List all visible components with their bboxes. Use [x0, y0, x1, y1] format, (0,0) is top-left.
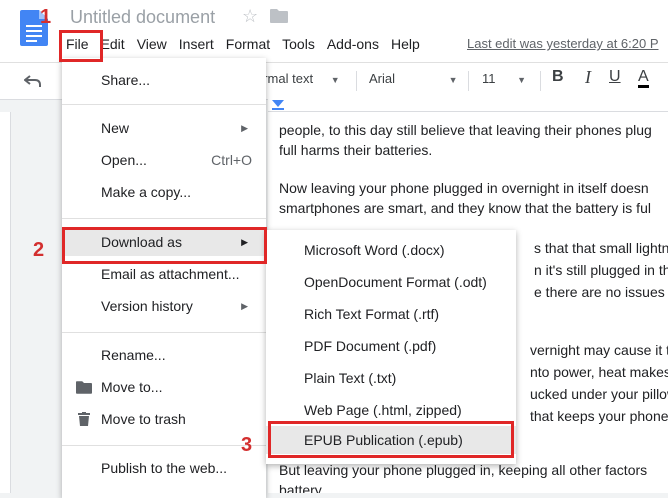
menu-divider: [62, 104, 266, 105]
submenu-item-label: Web Page (.html, zipped): [304, 402, 462, 418]
menu-tools[interactable]: Tools: [276, 34, 321, 56]
download-rtf[interactable]: Rich Text Format (.rtf): [266, 300, 516, 328]
font-size-value: 11: [482, 71, 496, 86]
underline-button[interactable]: U: [609, 68, 621, 86]
doc-line: vernight may cause it to: [530, 342, 668, 358]
download-docx[interactable]: Microsoft Word (.docx): [266, 236, 516, 264]
file-menu: Share... New ▶ Open... Ctrl+O Make a cop…: [62, 58, 266, 498]
submenu-item-label: Rich Text Format (.rtf): [304, 306, 440, 322]
submenu-item-label: OpenDocument Format (.odt): [304, 274, 487, 290]
menu-item-move-to-trash[interactable]: Move to trash: [62, 405, 266, 433]
submenu-arrow-icon: ▶: [241, 301, 248, 311]
annotation-box-download-as: [62, 227, 267, 264]
menu-view[interactable]: View: [131, 34, 173, 56]
doc-line: full harms their batteries.: [279, 142, 433, 158]
font-dropdown[interactable]: Arial ▼: [369, 71, 458, 86]
menu-item-label: Version history: [101, 298, 193, 314]
download-odt[interactable]: OpenDocument Format (.odt): [266, 268, 516, 296]
font-value: Arial: [369, 71, 396, 86]
menu-item-label: Share...: [101, 72, 151, 88]
menu-item-publish[interactable]: Publish to the web...: [62, 454, 266, 482]
annotation-box-file: [59, 30, 103, 62]
doc-line: Now leaving your phone plugged in overni…: [279, 180, 649, 196]
indent-marker-icon[interactable]: [272, 100, 284, 110]
doc-line: battery.: [279, 482, 325, 493]
last-edit-link[interactable]: Last edit was yesterday at 6:20 P: [467, 36, 659, 51]
submenu-item-label: Plain Text (.txt): [304, 370, 397, 386]
menu-divider: [62, 332, 266, 333]
trash-icon: [78, 412, 90, 426]
annotation-number: 3: [241, 434, 253, 456]
menu-item-label: Open...: [101, 152, 147, 168]
menu-bar: File Edit View Insert Format Tools Add-o…: [60, 34, 426, 56]
submenu-item-label: PDF Document (.pdf): [304, 338, 437, 354]
doc-line: s that that small lightnin: [534, 240, 668, 256]
download-html[interactable]: Web Page (.html, zipped): [266, 396, 516, 424]
menu-item-rename[interactable]: Rename...: [62, 341, 266, 369]
menu-item-label: Email as attachment...: [101, 266, 240, 282]
star-icon[interactable]: ☆: [242, 6, 258, 27]
menu-item-version-history[interactable]: Version history ▶: [62, 292, 266, 320]
vertical-ruler[interactable]: [0, 112, 11, 493]
horizontal-ruler[interactable]: [268, 99, 668, 112]
menu-insert[interactable]: Insert: [173, 34, 220, 56]
menu-item-label: New: [101, 120, 130, 136]
undo-icon[interactable]: [24, 73, 42, 89]
menu-item-move-to[interactable]: Move to...: [62, 373, 266, 401]
folder-icon: [76, 381, 92, 394]
submenu-arrow-icon: ▶: [241, 123, 248, 133]
caret-down-icon: ▼: [330, 75, 340, 85]
menu-item-share[interactable]: Share...: [62, 66, 266, 94]
annotation-number: 2: [33, 239, 45, 261]
menu-item-label: Move to...: [101, 379, 163, 395]
doc-line: e there are no issues of: [534, 284, 668, 300]
italic-button[interactable]: I: [585, 67, 591, 88]
font-size-dropdown[interactable]: 11 ▼: [482, 71, 526, 86]
submenu-item-label: Microsoft Word (.docx): [304, 242, 445, 258]
menu-item-label: Move to trash: [101, 411, 186, 427]
bold-button[interactable]: B: [552, 68, 564, 86]
menu-divider: [62, 218, 266, 219]
doc-line: n it's still plugged in that: [534, 262, 668, 278]
menu-item-label: Publish to the web...: [101, 460, 228, 476]
paragraph-style-dropdown[interactable]: ormal text ▼: [256, 71, 340, 86]
toolbar-divider: [356, 71, 357, 91]
menu-item-new[interactable]: New ▶: [62, 114, 266, 142]
doc-line: nto power, heat makes: [530, 364, 668, 380]
doc-line: that keeps your phone v: [530, 408, 668, 424]
download-pdf[interactable]: PDF Document (.pdf): [266, 332, 516, 360]
menu-divider: [62, 445, 266, 446]
download-txt[interactable]: Plain Text (.txt): [266, 364, 516, 392]
caret-down-icon: ▼: [448, 75, 458, 85]
menu-format[interactable]: Format: [220, 34, 276, 56]
doc-line: ucked under your pillow: [530, 386, 668, 402]
doc-line: people, to this day still believe that l…: [279, 122, 652, 138]
menu-item-make-copy[interactable]: Make a copy...: [62, 178, 266, 206]
text-color-button[interactable]: A: [638, 68, 649, 88]
menu-item-label: Make a copy...: [101, 184, 192, 200]
annotation-box-epub: [268, 421, 514, 458]
menu-item-open[interactable]: Open... Ctrl+O: [62, 146, 266, 174]
menu-add-ons[interactable]: Add-ons: [321, 34, 385, 56]
caret-down-icon: ▼: [517, 75, 527, 85]
shortcut-label: Ctrl+O: [211, 152, 252, 168]
menu-item-label: Rename...: [101, 347, 166, 363]
menu-item-email-attachment[interactable]: Email as attachment...: [62, 260, 266, 288]
menu-help[interactable]: Help: [385, 34, 426, 56]
doc-line: smartphones are smart, and they know tha…: [279, 200, 651, 216]
toolbar-divider: [468, 71, 469, 91]
annotation-number: 1: [40, 6, 52, 28]
toolbar-divider: [540, 71, 541, 91]
folder-icon[interactable]: [270, 9, 288, 23]
document-title[interactable]: Untitled document: [70, 7, 215, 28]
